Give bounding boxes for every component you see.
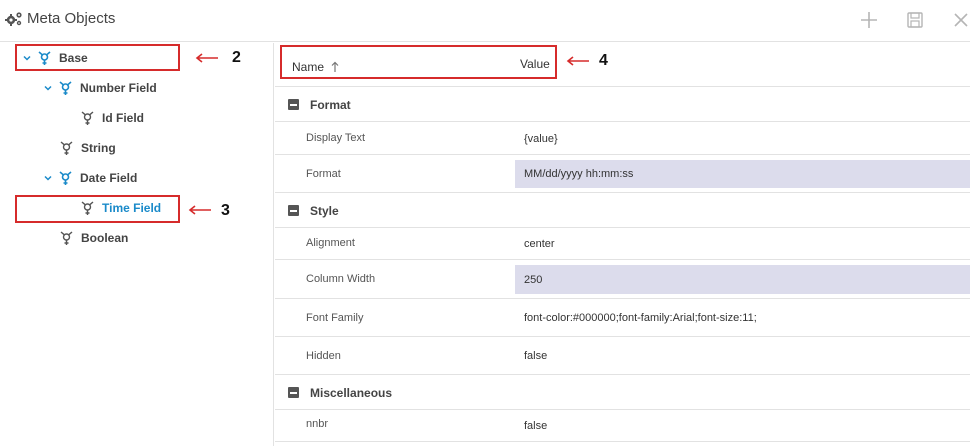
property-name: Alignment bbox=[306, 237, 355, 249]
sort-ascending-icon[interactable] bbox=[331, 61, 339, 73]
node-icon bbox=[59, 170, 72, 185]
property-name: Font Family bbox=[306, 312, 364, 324]
chevron-down-icon[interactable] bbox=[22, 53, 32, 63]
gears-icon bbox=[5, 12, 22, 26]
property-name: nnbr bbox=[306, 418, 329, 430]
tree-item-label: String bbox=[81, 141, 116, 155]
property-grid: Name Value Format Display Text {value} F… bbox=[275, 43, 970, 446]
tree-item-date-field[interactable]: Date Field bbox=[43, 165, 137, 191]
property-name: Display Text bbox=[306, 132, 366, 144]
property-value-input[interactable]: {value} bbox=[515, 127, 970, 150]
collapse-icon[interactable] bbox=[288, 99, 299, 110]
property-name: Hidden bbox=[306, 350, 341, 362]
leaf-node-icon bbox=[60, 140, 73, 155]
column-header-label: Name bbox=[292, 60, 325, 74]
column-header-value[interactable]: Value bbox=[520, 57, 550, 71]
property-value-input[interactable]: 250 bbox=[515, 265, 970, 294]
group-style[interactable]: Style bbox=[275, 194, 970, 228]
tree-item-label: Date Field bbox=[80, 171, 138, 185]
property-row-format: Format MM/dd/yyyy hh:mm:ss bbox=[275, 156, 970, 193]
close-button[interactable] bbox=[950, 9, 970, 31]
tree-item-time-field[interactable]: Time Field bbox=[81, 195, 161, 221]
property-value-input[interactable]: MM/dd/yyyy hh:mm:ss bbox=[515, 160, 970, 188]
group-label: Style bbox=[310, 203, 339, 218]
property-value-input[interactable]: false bbox=[515, 415, 970, 437]
callout-number: 3 bbox=[221, 202, 230, 219]
group-label: Format bbox=[310, 97, 351, 112]
leaf-node-icon bbox=[60, 230, 73, 245]
grid-header: Name Value bbox=[275, 43, 970, 87]
column-header-name[interactable]: Name bbox=[292, 60, 339, 74]
collapse-icon[interactable] bbox=[288, 205, 299, 216]
arrow-left-icon bbox=[195, 53, 218, 63]
window-title: Meta Objects bbox=[27, 10, 116, 27]
property-row-font-family: Font Family font-color:#000000;font-fami… bbox=[275, 300, 970, 337]
arrow-left-icon bbox=[188, 205, 211, 215]
property-row-nnbr: nnbr false bbox=[275, 411, 970, 442]
tree-item-label: Number Field bbox=[80, 81, 157, 95]
group-label: Miscellaneous bbox=[310, 385, 393, 400]
tree-item-boolean[interactable]: Boolean bbox=[60, 225, 128, 251]
property-row-column-width: Column Width 250 bbox=[275, 261, 970, 299]
chevron-down-icon[interactable] bbox=[43, 83, 53, 93]
meta-object-tree: Base Number Field Id Field String Date F… bbox=[0, 43, 274, 446]
collapse-icon[interactable] bbox=[288, 387, 299, 398]
property-value-input[interactable]: center bbox=[515, 233, 970, 255]
group-format[interactable]: Format bbox=[275, 88, 970, 122]
tree-item-label: Base bbox=[59, 51, 88, 65]
leaf-node-icon bbox=[81, 110, 94, 125]
property-name: Format bbox=[306, 168, 341, 180]
tree-item-number-field[interactable]: Number Field bbox=[43, 75, 157, 101]
property-name: Column Width bbox=[306, 273, 376, 285]
title-bar: Meta Objects bbox=[0, 0, 970, 42]
property-value-input[interactable]: font-color:#000000;font-family:Arial;fon… bbox=[515, 304, 970, 332]
tree-item-label: Id Field bbox=[102, 111, 144, 125]
save-button[interactable] bbox=[904, 9, 926, 31]
node-icon bbox=[59, 80, 72, 95]
property-row-hidden: Hidden false bbox=[275, 338, 970, 375]
node-icon bbox=[38, 50, 51, 65]
add-button[interactable] bbox=[858, 9, 880, 31]
property-row-display-text: Display Text {value} bbox=[275, 123, 970, 155]
tree-item-id-field[interactable]: Id Field bbox=[81, 105, 144, 131]
property-value-input[interactable]: false bbox=[515, 342, 970, 370]
callout-number: 2 bbox=[232, 49, 241, 66]
group-miscellaneous[interactable]: Miscellaneous bbox=[275, 376, 970, 410]
tree-item-label: Boolean bbox=[81, 231, 129, 245]
leaf-node-icon bbox=[81, 200, 94, 215]
tree-item-label: Time Field bbox=[102, 201, 162, 215]
chevron-down-icon[interactable] bbox=[43, 173, 53, 183]
property-row-alignment: Alignment center bbox=[275, 229, 970, 260]
tree-item-base[interactable]: Base bbox=[22, 45, 88, 71]
tree-item-string[interactable]: String bbox=[60, 135, 116, 161]
